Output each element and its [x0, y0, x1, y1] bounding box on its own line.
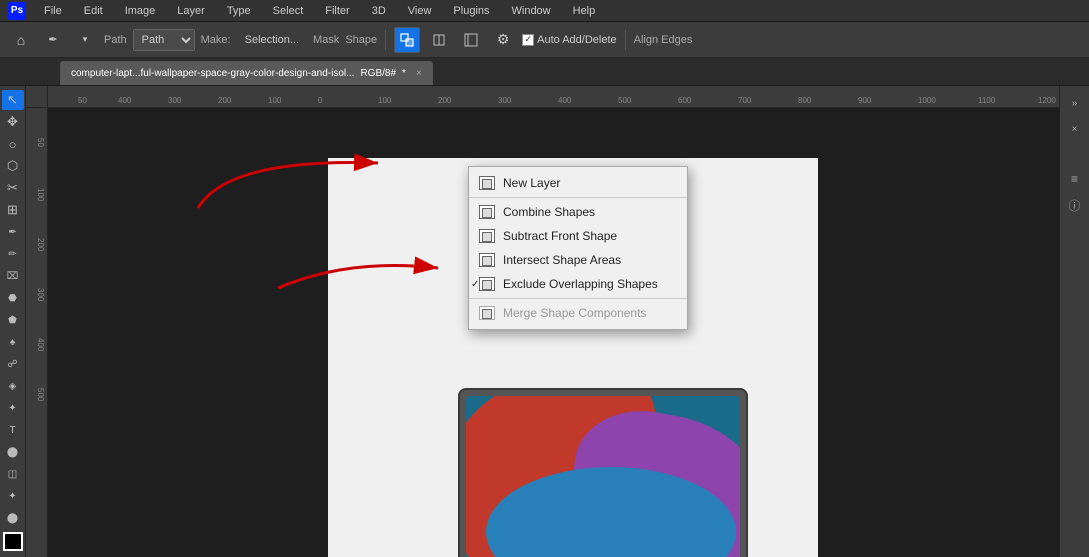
tool-history[interactable]: ⬣	[2, 288, 24, 308]
tab-color-mode: RGB/8#	[360, 68, 396, 79]
tool-shape[interactable]: ◫	[2, 464, 24, 484]
tool-dodge[interactable]: ◈	[2, 376, 24, 396]
tab-filename: computer-lapt...ful-wallpaper-space-gray…	[71, 68, 354, 79]
menu-item-intersect-shape-areas[interactable]: Intersect Shape Areas	[469, 248, 687, 272]
menu-file[interactable]: File	[40, 3, 66, 19]
intersect-shape-areas-label: Intersect Shape Areas	[503, 253, 621, 267]
separator1	[385, 30, 386, 50]
mask-label: Mask	[313, 34, 339, 46]
canvas-area[interactable]: 50 400 300 200 100 0 100 200 300 400 500…	[26, 86, 1059, 557]
right-panel: » × ≡ ⓘ	[1059, 86, 1089, 557]
align-edges-label: Align Edges	[634, 34, 693, 46]
path-arrange-btn[interactable]	[458, 27, 484, 53]
tool-pen[interactable]: ✦	[2, 398, 24, 418]
panel-info-icon[interactable]: ⓘ	[1064, 194, 1086, 216]
menu-item-new-layer[interactable]: New Layer	[469, 171, 687, 195]
tool-blur[interactable]: ☍	[2, 354, 24, 374]
laptop-illustration	[458, 388, 748, 557]
auto-add-label: Auto Add/Delete	[537, 34, 617, 46]
panel-collapse-btn[interactable]: »	[1064, 92, 1086, 114]
foreground-color[interactable]	[3, 532, 23, 551]
menu-bar: Ps File Edit Image Layer Type Select Fil…	[0, 0, 1089, 22]
menu-view[interactable]: View	[404, 3, 436, 19]
tool-path-select[interactable]: ⬤	[2, 442, 24, 462]
tool-text[interactable]: T	[2, 420, 24, 440]
menu-image[interactable]: Image	[121, 3, 160, 19]
tool-eraser[interactable]: ⬟	[2, 310, 24, 330]
path-operations-dropdown: New Layer Combine Shapes Subtract Front …	[468, 166, 688, 330]
active-tab[interactable]: computer-lapt...ful-wallpaper-space-gray…	[60, 61, 433, 85]
new-layer-icon	[479, 176, 495, 190]
intersect-shape-areas-icon	[479, 253, 495, 267]
menu-item-merge-shape-components[interactable]: Merge Shape Components	[469, 301, 687, 325]
menu-item-exclude-overlapping[interactable]: ✓ Exclude Overlapping Shapes	[469, 272, 687, 296]
combine-shapes-icon	[479, 205, 495, 219]
tool-eyedropper[interactable]: ⊞	[2, 200, 24, 220]
separator2	[625, 30, 626, 50]
ruler-horizontal: 50 400 300 200 100 0 100 200 300 400 500…	[48, 86, 1059, 108]
menu-item-combine-shapes[interactable]: Combine Shapes	[469, 200, 687, 224]
tool-gradient[interactable]: ♠	[2, 332, 24, 352]
shape-label: Shape	[345, 34, 377, 46]
ps-logo: Ps	[8, 2, 26, 20]
menu-edit[interactable]: Edit	[80, 3, 107, 19]
pen-dropdown-btn[interactable]: ▾	[72, 27, 98, 53]
exclude-overlapping-icon	[479, 277, 495, 291]
path-select[interactable]: Path Shape Pixels	[133, 29, 195, 51]
canvas-content: New Layer Combine Shapes Subtract Front …	[48, 108, 1059, 557]
laptop-screen-outer	[458, 388, 748, 557]
tool-magic-wand[interactable]: ⬡	[2, 156, 24, 176]
combine-shapes-label: Combine Shapes	[503, 205, 595, 219]
tab-modified-indicator: *	[402, 68, 406, 79]
main-layout: ↖ ✥ ○ ⬡ ✂ ⊞ ✒ ✏ ⌧ ⬣ ⬟ ♠ ☍ ◈ ✦ T ⬤ ◫ ✦ ⬤ …	[0, 86, 1089, 557]
merge-shape-components-label: Merge Shape Components	[503, 306, 646, 320]
left-tools-panel: ↖ ✥ ○ ⬡ ✂ ⊞ ✒ ✏ ⌧ ⬣ ⬟ ♠ ☍ ◈ ✦ T ⬤ ◫ ✦ ⬤	[0, 86, 26, 557]
tool-hand[interactable]: ✦	[2, 486, 24, 506]
menu-layer[interactable]: Layer	[173, 3, 209, 19]
menu-item-subtract-front-shape[interactable]: Subtract Front Shape	[469, 224, 687, 248]
laptop-screen-inner	[466, 396, 740, 557]
exclude-overlapping-label: Exclude Overlapping Shapes	[503, 277, 658, 291]
menu-select[interactable]: Select	[269, 3, 308, 19]
tool-heal[interactable]: ✒	[2, 222, 24, 242]
menu-plugins[interactable]: Plugins	[449, 3, 493, 19]
ruler-vertical: 50 100 200 300 400 500	[26, 108, 48, 557]
panel-close-btn[interactable]: ×	[1064, 118, 1086, 140]
menu-type[interactable]: Type	[223, 3, 255, 19]
tool-brush[interactable]: ✏	[2, 244, 24, 264]
tab-close-icon[interactable]: ×	[416, 68, 422, 79]
tool-clone[interactable]: ⌧	[2, 266, 24, 286]
selection-btn[interactable]: Selection...	[237, 27, 307, 53]
make-label: Make:	[201, 34, 231, 46]
path-operations-btn[interactable]	[394, 27, 420, 53]
pen-tool-icon-btn[interactable]: ✒	[40, 27, 66, 53]
menu-3d[interactable]: 3D	[368, 3, 390, 19]
subtract-front-shape-label: Subtract Front Shape	[503, 229, 617, 243]
home-icon-btn[interactable]: ⌂	[8, 27, 34, 53]
subtract-front-shape-icon	[479, 229, 495, 243]
menu-help[interactable]: Help	[569, 3, 600, 19]
tool-zoom[interactable]: ⬤	[2, 508, 24, 528]
tool-move[interactable]: ↖	[2, 90, 24, 110]
ruler-corner	[26, 86, 48, 108]
path-label: Path	[104, 34, 127, 46]
menu-window[interactable]: Window	[508, 3, 555, 19]
tool-lasso[interactable]: ○	[2, 134, 24, 154]
tab-bar: computer-lapt...ful-wallpaper-space-gray…	[0, 58, 1089, 86]
toolbar: ⌂ ✒ ▾ Path Path Shape Pixels Make: Selec…	[0, 22, 1089, 58]
tool-select[interactable]: ✥	[2, 112, 24, 132]
panel-settings-icon[interactable]: ≡	[1064, 168, 1086, 190]
menu-divider-2	[469, 298, 687, 299]
merge-shape-components-icon	[479, 306, 495, 320]
auto-add-container: ✓ Auto Add/Delete	[522, 34, 617, 46]
auto-add-checkbox[interactable]: ✓	[522, 34, 534, 46]
path-align-btn[interactable]	[426, 27, 452, 53]
menu-divider-1	[469, 197, 687, 198]
menu-filter[interactable]: Filter	[321, 3, 353, 19]
new-layer-label: New Layer	[503, 176, 560, 190]
settings-btn[interactable]: ⚙	[490, 27, 516, 53]
tool-crop[interactable]: ✂	[2, 178, 24, 198]
